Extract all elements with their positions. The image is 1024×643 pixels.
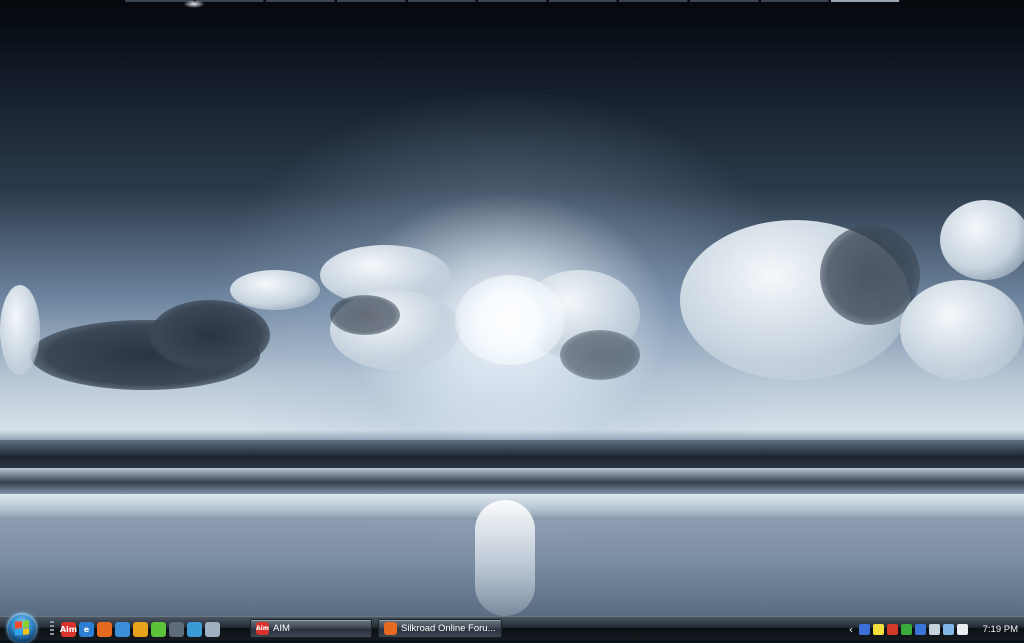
media-player-icon[interactable]: [133, 621, 148, 637]
top-dock-strip: [125, 0, 901, 3]
taskbar: Aim e Aim AIM Silkroad Online Foru... ‹ 7…: [0, 613, 1024, 643]
sun: [455, 275, 565, 365]
network-tray-icon[interactable]: [943, 623, 954, 635]
taskbar-button-aim[interactable]: Aim AIM: [250, 619, 372, 638]
taskbar-button-firefox[interactable]: Silkroad Online Foru...: [378, 619, 502, 638]
top-dock-glint: [183, 0, 205, 8]
aim-icon: Aim: [256, 622, 269, 635]
cloud: [150, 300, 270, 370]
show-hidden-icons-button[interactable]: ‹: [846, 623, 856, 636]
app-icon-red[interactable]: [887, 623, 898, 635]
ocean-waves: [0, 440, 1024, 468]
desktop-wallpaper: [0, 0, 1024, 616]
quick-launch-bar: Aim e: [50, 620, 220, 638]
task-label: Silkroad Online Foru...: [401, 623, 496, 634]
green-app-icon[interactable]: [151, 621, 166, 637]
recycle-bin-icon[interactable]: [205, 621, 220, 637]
windows-logo-icon: [15, 620, 29, 636]
ocean-waves: [0, 468, 1024, 494]
firefox-icon[interactable]: [97, 621, 112, 637]
cloud: [560, 330, 640, 380]
internet-explorer-icon[interactable]: e: [79, 621, 94, 637]
start-button[interactable]: [7, 613, 37, 643]
notes-icon[interactable]: [873, 623, 884, 635]
network-icon[interactable]: [169, 621, 184, 637]
system-tray: ‹ 7:19 PM: [846, 619, 1024, 639]
cloud: [330, 295, 400, 335]
clock[interactable]: 7:19 PM: [983, 624, 1018, 635]
sun-reflection: [475, 500, 535, 616]
quick-launch-grip[interactable]: [50, 621, 54, 637]
app-icon-blue[interactable]: [915, 623, 926, 635]
cloud: [900, 280, 1024, 380]
zonealarm-icon[interactable]: [859, 623, 870, 635]
search-icon[interactable]: [115, 621, 130, 637]
aim-icon[interactable]: Aim: [60, 621, 77, 637]
app-icon-green[interactable]: [901, 623, 912, 635]
volume-icon[interactable]: [957, 623, 968, 635]
cloud: [940, 200, 1024, 280]
task-label: AIM: [273, 623, 290, 634]
globe-icon[interactable]: [187, 621, 202, 637]
cloud: [230, 270, 320, 310]
firefox-icon: [384, 622, 397, 635]
cloud: [0, 285, 40, 375]
device-icon[interactable]: [929, 623, 940, 635]
